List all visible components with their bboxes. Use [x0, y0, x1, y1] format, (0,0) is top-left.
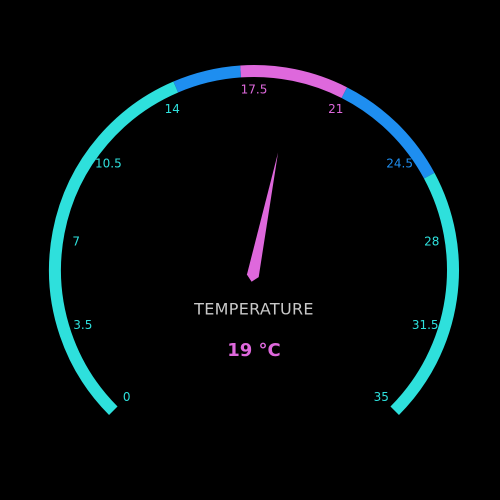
tick-label: 28: [424, 234, 439, 248]
gauge-band-1: [49, 81, 179, 415]
gauge-band-2: [173, 65, 242, 93]
tick-label: 17.5: [241, 83, 268, 97]
gauge-band-5: [390, 172, 459, 415]
tick-label: 24.5: [386, 157, 413, 171]
tick-label: 3.5: [73, 318, 92, 332]
tick-label: 31.5: [412, 318, 439, 332]
tick-label: 0: [123, 390, 131, 404]
temperature-gauge: 0 3.5 7 10.5 14 17.5 21 24.5 28 31.5 35 TEMPERATUR…: [49, 65, 459, 415]
tick-label: 10.5: [95, 157, 122, 171]
tick-label: 7: [72, 234, 80, 248]
gauge-title: TEMPERATURE: [193, 300, 314, 319]
gauge-needle: [246, 152, 279, 282]
tick-label: 14: [165, 102, 180, 116]
gauge-value: 19 °C: [227, 340, 281, 361]
tick-label: 35: [374, 390, 389, 404]
tick-label: 21: [328, 102, 343, 116]
